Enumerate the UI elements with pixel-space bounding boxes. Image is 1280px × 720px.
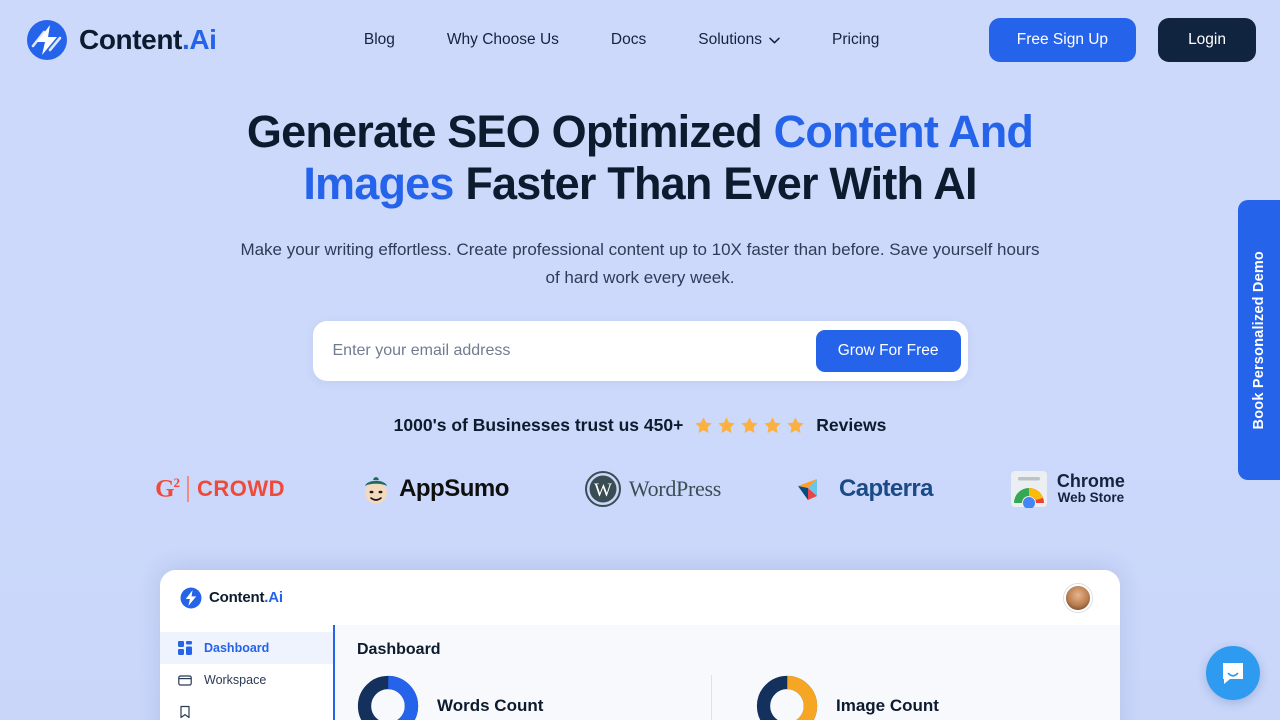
- avatar[interactable]: [1064, 583, 1092, 612]
- logo-wordpress: W WordPress: [584, 468, 721, 510]
- appsumo-word: AppSumo: [399, 475, 509, 502]
- login-button[interactable]: Login: [1158, 18, 1256, 62]
- main-navigation: Blog Why Choose Us Docs Solutions Pricin…: [255, 31, 989, 49]
- dashboard-main: Dashboard Words Count Image Count: [335, 625, 1120, 720]
- dashboard-topbar: Content.Ai: [160, 570, 1120, 625]
- book-demo-label: Book Personalized Demo: [1251, 250, 1267, 430]
- nav-label: Solutions: [698, 31, 762, 48]
- dashboard-page-title: Dashboard: [357, 641, 441, 658]
- divider: [187, 476, 190, 502]
- dashboard-brand-name: Content.Ai: [209, 589, 283, 606]
- chrome-title: Chrome: [1056, 470, 1125, 491]
- chat-widget-button[interactable]: [1206, 646, 1260, 700]
- trust-prefix: 1000's of Businesses trust us 450+: [393, 415, 684, 435]
- chevron-down-icon: [769, 37, 780, 43]
- header-actions: Free Sign Up Login: [988, 18, 1256, 62]
- nav-label: Pricing: [832, 31, 880, 48]
- dashboard-sidebar: Dashboard Workspace Placeholder: [160, 625, 335, 720]
- email-signup-form: Grow For Free: [312, 321, 968, 381]
- wordpress-icon: W: [584, 471, 621, 507]
- dashboard-stats: Words Count Image Count: [357, 675, 1120, 720]
- star-icon: [764, 417, 781, 434]
- star-icon: [741, 417, 758, 434]
- capterra-word: Capterra: [838, 475, 934, 502]
- heading-part-2: Faster Than Ever With AI: [453, 158, 977, 209]
- grow-for-free-button[interactable]: Grow For Free: [815, 330, 961, 372]
- heading-part-1: Generate SEO Optimized: [246, 106, 774, 157]
- star-icon: [718, 417, 735, 434]
- star-icon: [695, 417, 712, 434]
- divider: [711, 675, 712, 720]
- chrome-subtitle: Web Store: [1057, 490, 1125, 506]
- stat-label: Image Count: [836, 696, 939, 715]
- stat-label: Words Count: [437, 696, 544, 715]
- chrome-text: Chrome Web Store: [1056, 470, 1125, 506]
- star-rating: [694, 416, 805, 435]
- capterra-icon: [797, 479, 817, 500]
- sidebar-label: Dashboard: [204, 641, 270, 655]
- book-demo-tab[interactable]: Book Personalized Demo: [1238, 200, 1280, 480]
- wordpress-word: WordPress: [628, 476, 721, 501]
- star-icon: [787, 417, 804, 434]
- brand-name-accent: .Ai: [181, 24, 217, 55]
- nav-item-solutions[interactable]: Solutions: [698, 31, 780, 49]
- dashboard-brand: Content.Ai: [180, 587, 283, 609]
- g2-word: CROWD: [197, 476, 286, 501]
- nav-item-blog[interactable]: Blog: [364, 31, 395, 49]
- stat-image-count: Image Count: [716, 675, 1066, 720]
- lightning-circle-icon: [27, 20, 67, 60]
- stat-words-count: Words Count: [357, 675, 707, 720]
- image-count-donut-chart: [756, 675, 818, 720]
- g2-badge: G2: [155, 474, 180, 503]
- logo-chrome-web-store: Chrome Web Store: [1009, 468, 1125, 510]
- appsumo-mascot-icon: [365, 477, 388, 504]
- logo-appsumo: AppSumo: [361, 468, 509, 510]
- folder-icon: [178, 675, 192, 686]
- email-input[interactable]: [332, 342, 816, 360]
- nav-label: Blog: [363, 31, 395, 48]
- hero-subtitle: Make your writing effortless. Create pro…: [240, 240, 1040, 287]
- dashboard-body: Dashboard Workspace Placeholder Dashboar…: [160, 625, 1120, 720]
- chat-bubble-icon: [1223, 663, 1243, 684]
- logo-capterra: Capterra: [797, 468, 934, 510]
- svg-text:W: W: [594, 480, 612, 501]
- grid-icon: [178, 641, 192, 655]
- trust-badge: 1000's of Businesses trust us 450+ Revie…: [0, 415, 1280, 436]
- sidebar-label: Workspace: [204, 673, 267, 687]
- dashboard-preview: Content.Ai Dashboard Workspace Dashboard…: [160, 570, 1120, 720]
- trust-suffix: Reviews: [816, 415, 887, 435]
- words-count-donut-chart: [357, 675, 419, 720]
- nav-item-why-choose-us[interactable]: Why Choose Us: [447, 31, 559, 49]
- nav-item-pricing[interactable]: Pricing: [832, 31, 879, 49]
- nav-label: Docs: [610, 31, 647, 48]
- brand-name: Content.Ai: [79, 24, 217, 56]
- free-signup-button[interactable]: Free Sign Up: [988, 18, 1137, 62]
- partner-logos: G2 CROWD AppSumo W WordPress Capterra Ch…: [0, 468, 1280, 510]
- sidebar-item-third[interactable]: Placeholder: [160, 696, 333, 720]
- sidebar-item-workspace[interactable]: Workspace: [160, 664, 333, 696]
- sidebar-item-dashboard[interactable]: Dashboard: [160, 632, 333, 664]
- nav-item-docs[interactable]: Docs: [611, 31, 646, 49]
- logo-g2-crowd: G2 CROWD: [155, 468, 285, 510]
- site-header: Content.Ai Blog Why Choose Us Docs Solut…: [0, 0, 1280, 80]
- brand-name-main: Content: [79, 24, 182, 55]
- bookmark-icon: [180, 705, 190, 719]
- chrome-web-store-icon: [1010, 471, 1047, 508]
- lightning-circle-icon: [180, 587, 202, 608]
- brand-logo[interactable]: Content.Ai: [26, 19, 217, 61]
- nav-label: Why Choose Us: [446, 31, 559, 48]
- page-title: Generate SEO Optimized Content And Image…: [240, 106, 1040, 210]
- hero-section: Generate SEO Optimized Content And Image…: [0, 80, 1280, 510]
